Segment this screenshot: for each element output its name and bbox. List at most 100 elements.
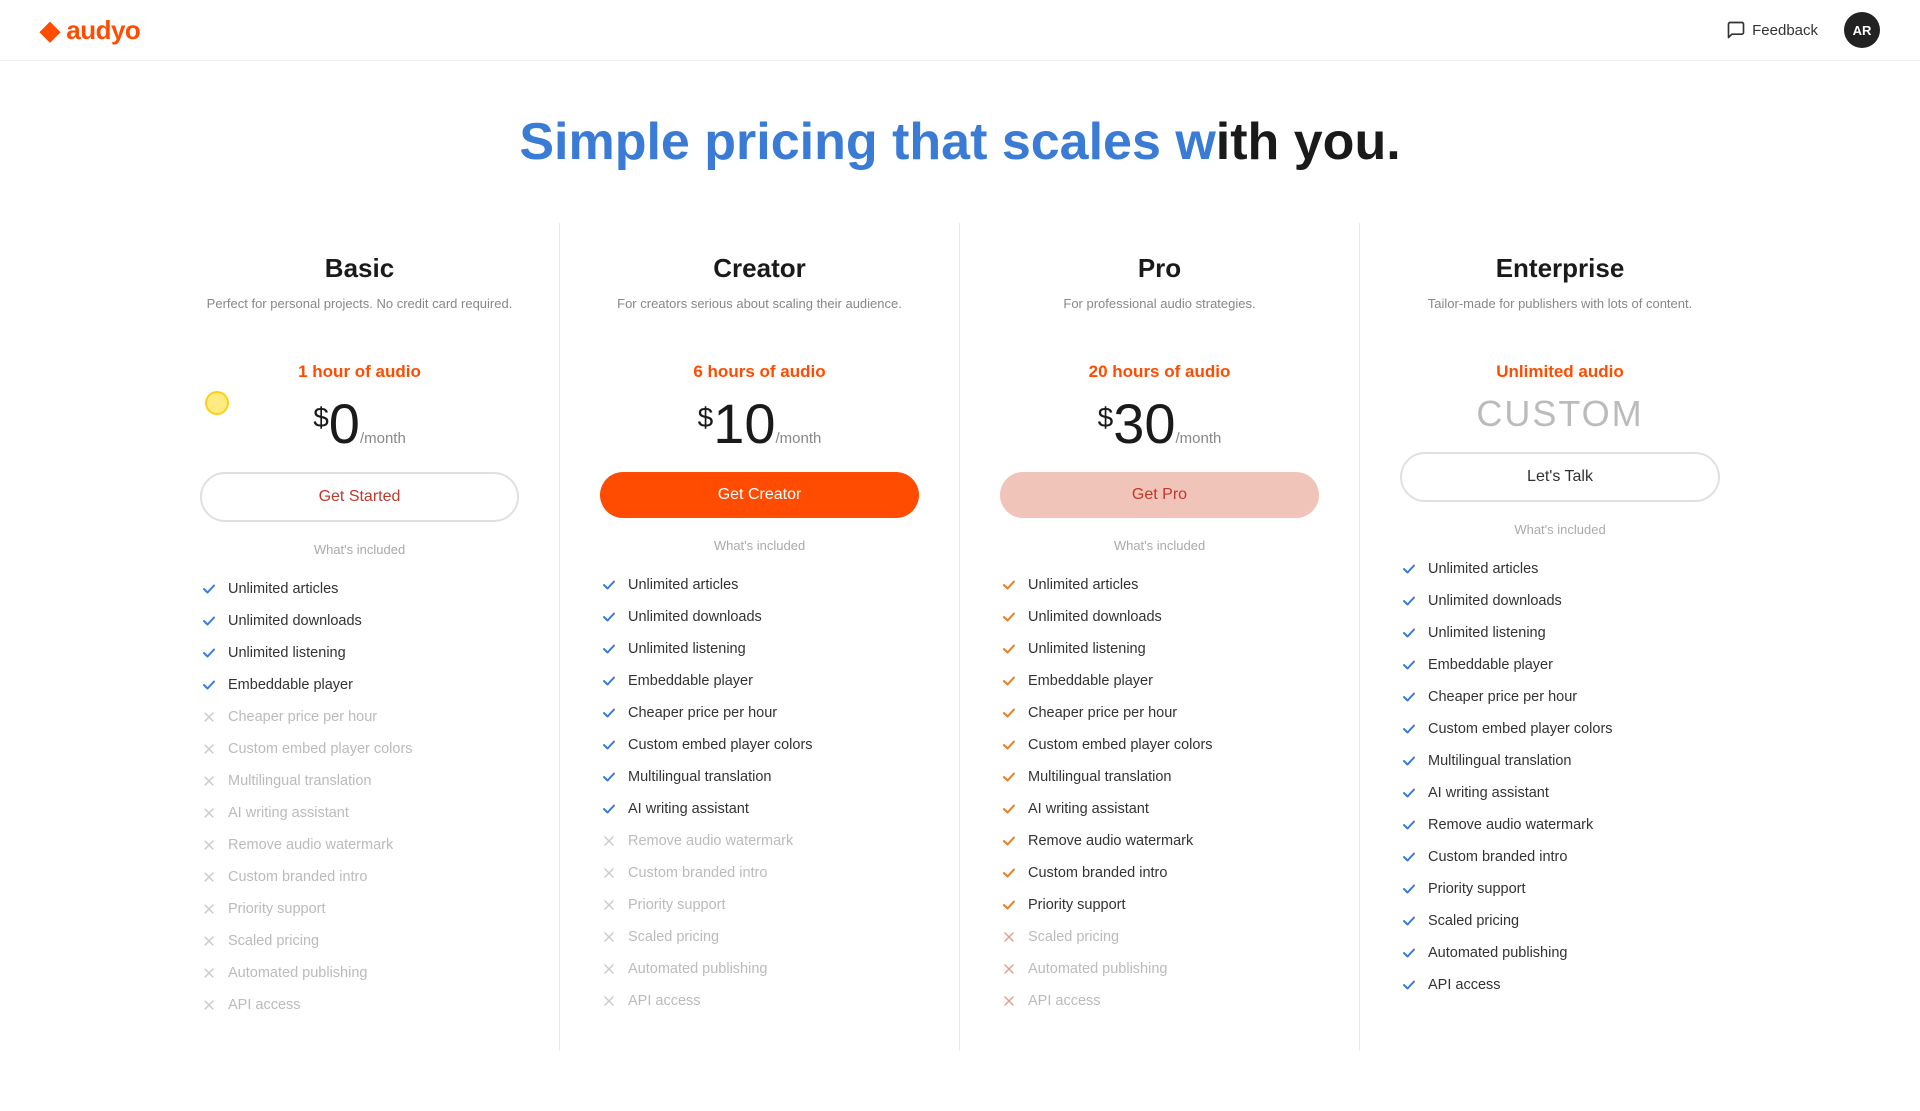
feature-label: Automated publishing bbox=[1428, 945, 1567, 961]
feature-label: Custom branded intro bbox=[228, 869, 367, 885]
main-content: Simple pricing that scales with you. Bas… bbox=[0, 61, 1920, 1111]
cross-icon bbox=[200, 868, 218, 886]
avatar[interactable]: AR bbox=[1844, 12, 1880, 48]
feature-item: Scaled pricing bbox=[1000, 921, 1319, 953]
feature-item: Embeddable player bbox=[1000, 665, 1319, 697]
plan-btn-creator[interactable]: Get Creator bbox=[600, 472, 919, 518]
plan-price-basic: $0/month bbox=[200, 396, 519, 452]
feature-item: Remove audio watermark bbox=[1400, 809, 1720, 841]
check-icon bbox=[1400, 784, 1418, 802]
features-list-creator: Unlimited articlesUnlimited downloadsUnl… bbox=[600, 569, 919, 1017]
feature-label: Priority support bbox=[1428, 881, 1526, 897]
feature-item: Unlimited downloads bbox=[600, 601, 919, 633]
logo-accent: ◆ bbox=[40, 15, 60, 45]
feature-item: Cheaper price per hour bbox=[1400, 681, 1720, 713]
feature-item: Unlimited articles bbox=[600, 569, 919, 601]
cross-icon bbox=[1000, 928, 1018, 946]
check-icon bbox=[1000, 800, 1018, 818]
plan-audio-creator: 6 hours of audio bbox=[600, 362, 919, 382]
plan-price-enterprise: CUSTOM bbox=[1400, 396, 1720, 432]
plan-period: /month bbox=[1176, 430, 1222, 447]
feature-label: AI writing assistant bbox=[628, 801, 749, 817]
plan-btn-pro[interactable]: Get Pro bbox=[1000, 472, 1319, 518]
plan-currency: $ bbox=[313, 404, 329, 432]
check-icon bbox=[1000, 896, 1018, 914]
check-icon bbox=[1000, 864, 1018, 882]
feature-label: Unlimited listening bbox=[1028, 641, 1146, 657]
check-icon bbox=[1400, 912, 1418, 930]
plan-period: /month bbox=[776, 430, 822, 447]
feature-item: Priority support bbox=[1000, 889, 1319, 921]
cross-icon bbox=[200, 900, 218, 918]
plan-btn-basic[interactable]: Get Started bbox=[200, 472, 519, 522]
feature-label: Priority support bbox=[228, 901, 326, 917]
check-icon bbox=[1000, 832, 1018, 850]
feature-item: AI writing assistant bbox=[200, 797, 519, 829]
cross-icon bbox=[600, 832, 618, 850]
feature-label: Scaled pricing bbox=[1428, 913, 1519, 929]
check-icon bbox=[1400, 656, 1418, 674]
feature-label: Priority support bbox=[628, 897, 726, 913]
feature-item: Scaled pricing bbox=[1400, 905, 1720, 937]
check-icon bbox=[1400, 816, 1418, 834]
check-icon bbox=[600, 608, 618, 626]
cross-icon bbox=[200, 740, 218, 758]
feature-label: Multilingual translation bbox=[228, 773, 371, 789]
feature-label: Unlimited downloads bbox=[1428, 593, 1562, 609]
plan-btn-enterprise[interactable]: Let's Talk bbox=[1400, 452, 1720, 502]
check-icon bbox=[600, 576, 618, 594]
features-list-enterprise: Unlimited articles Unlimited downloads Unl… bbox=[1400, 553, 1720, 1001]
feature-item: Priority support bbox=[1400, 873, 1720, 905]
feature-label: Unlimited listening bbox=[1428, 625, 1546, 641]
plan-card-enterprise: EnterpriseTailor-made for publishers wit… bbox=[1360, 223, 1760, 1051]
feature-label: Embeddable player bbox=[228, 677, 353, 693]
feature-label: Custom embed player colors bbox=[1428, 721, 1613, 737]
feature-item: Multilingual translation bbox=[1400, 745, 1720, 777]
feature-label: Embeddable player bbox=[1028, 673, 1153, 689]
feature-item: API access bbox=[600, 985, 919, 1017]
feature-item: Cheaper price per hour bbox=[1000, 697, 1319, 729]
plan-card-creator: CreatorFor creators serious about scalin… bbox=[560, 223, 960, 1051]
feedback-label: Feedback bbox=[1752, 22, 1818, 39]
header-actions: Feedback AR bbox=[1716, 12, 1880, 48]
features-list-pro: Unlimited articlesUnlimited downloadsUnl… bbox=[1000, 569, 1319, 1017]
feature-item: Unlimited articles bbox=[200, 573, 519, 605]
feature-item: Automated publishing bbox=[1400, 937, 1720, 969]
feature-label: Unlimited downloads bbox=[628, 609, 762, 625]
check-icon bbox=[200, 644, 218, 662]
plan-card-pro: ProFor professional audio strategies.20 … bbox=[960, 223, 1360, 1051]
feature-label: Embeddable player bbox=[628, 673, 753, 689]
feature-label: Automated publishing bbox=[228, 965, 367, 981]
feature-item: Embeddable player bbox=[600, 665, 919, 697]
check-icon bbox=[1400, 752, 1418, 770]
feature-item: Unlimited articles bbox=[1000, 569, 1319, 601]
cross-icon bbox=[200, 996, 218, 1014]
check-icon bbox=[1400, 880, 1418, 898]
feature-label: Remove audio watermark bbox=[1028, 833, 1193, 849]
feature-label: Cheaper price per hour bbox=[228, 709, 377, 725]
check-icon bbox=[600, 736, 618, 754]
whats-included-creator: What's included bbox=[600, 538, 919, 553]
plan-name-enterprise: Enterprise bbox=[1400, 253, 1720, 284]
feature-label: Unlimited articles bbox=[1028, 577, 1138, 593]
check-icon bbox=[1000, 608, 1018, 626]
feature-item: Unlimited listening bbox=[1400, 617, 1720, 649]
cross-icon bbox=[600, 960, 618, 978]
logo: ◆ audyo bbox=[40, 15, 140, 46]
feedback-icon bbox=[1726, 20, 1746, 40]
check-icon bbox=[1000, 672, 1018, 690]
plan-desc-basic: Perfect for personal projects. No credit… bbox=[200, 294, 519, 342]
feature-item: Automated publishing bbox=[1000, 953, 1319, 985]
cross-icon bbox=[1000, 960, 1018, 978]
feature-item: Cheaper price per hour bbox=[200, 701, 519, 733]
avatar-initials: AR bbox=[1853, 23, 1872, 38]
whats-included-enterprise: What's included bbox=[1400, 522, 1720, 537]
feature-item: Scaled pricing bbox=[600, 921, 919, 953]
cross-icon bbox=[200, 836, 218, 854]
feature-item: Custom embed player colors bbox=[600, 729, 919, 761]
feature-label: Unlimited articles bbox=[1428, 561, 1538, 577]
feedback-button[interactable]: Feedback bbox=[1716, 14, 1828, 46]
feature-item: Remove audio watermark bbox=[600, 825, 919, 857]
plan-price-pro: $30/month bbox=[1000, 396, 1319, 452]
feature-item: Unlimited listening bbox=[1000, 633, 1319, 665]
